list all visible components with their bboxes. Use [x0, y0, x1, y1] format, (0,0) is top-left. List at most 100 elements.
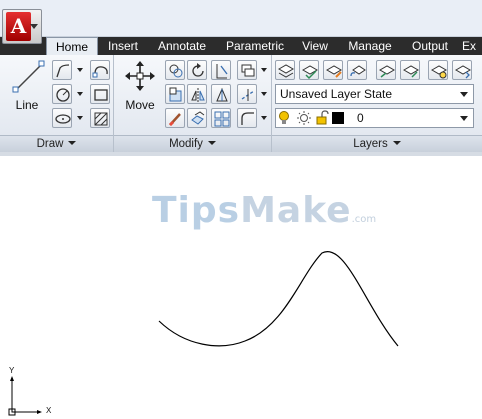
lightbulb-icon	[279, 111, 289, 124]
tab-insert[interactable]: Insert	[102, 37, 144, 55]
rotate-button[interactable]	[187, 60, 207, 80]
layer-stack-icon	[277, 64, 295, 78]
ellipse-dropdown-icon[interactable]	[77, 116, 83, 120]
array-icon	[214, 111, 230, 127]
ribbon-tab-strip: Home Insert Annotate Parametric View Man…	[0, 37, 482, 56]
tab-parametric[interactable]: Parametric	[221, 37, 289, 55]
circle-button[interactable]	[52, 84, 72, 104]
layer-undo-icon	[350, 65, 366, 77]
modify-panel-title: Modify	[169, 138, 203, 150]
layer-properties-button[interactable]	[275, 60, 295, 80]
chevron-down-icon	[460, 92, 468, 97]
eraser-icon	[168, 113, 181, 127]
trim-icon	[216, 64, 228, 79]
circle-icon	[56, 88, 70, 102]
draw-panel-footer[interactable]: Draw	[0, 135, 113, 152]
stretch-button[interactable]	[165, 84, 185, 104]
fillet-dropdown-icon[interactable]	[261, 116, 267, 120]
hatch-button[interactable]	[90, 108, 110, 128]
layers-panel-footer[interactable]: Layers	[272, 135, 482, 152]
ellipse-button[interactable]	[52, 108, 72, 128]
chevron-down-icon	[392, 141, 401, 145]
layer-freeze-button[interactable]	[428, 60, 448, 80]
chevron-down-icon	[460, 116, 468, 121]
line-button[interactable]: Line	[6, 58, 48, 114]
ucs-x-label: X	[46, 406, 52, 415]
title-bar	[0, 0, 482, 37]
move-arrows-icon	[125, 61, 155, 91]
extend-dropdown-icon[interactable]	[261, 92, 267, 96]
layer-state-value: Unsaved Layer State	[280, 87, 393, 101]
tab-output[interactable]: Output	[406, 37, 454, 55]
copy-button[interactable]	[165, 60, 185, 80]
rotate-icon	[192, 63, 204, 77]
tab-manage[interactable]: Manage	[342, 37, 398, 55]
drawing-canvas[interactable]: TipsMake.com Y X	[0, 152, 482, 419]
copy-icon	[169, 64, 183, 78]
modify-panel: Move Modify	[114, 55, 272, 152]
current-layer-dropdown[interactable]: 0	[275, 108, 474, 128]
layer-isolate-icon	[378, 65, 396, 78]
match-layer-button[interactable]	[323, 60, 343, 80]
layer-color-swatch	[332, 112, 344, 124]
ribbon: Line Draw Move Modify Unsaved Layer Stat…	[0, 55, 482, 152]
mirror-icon	[191, 88, 205, 102]
layer-lock-button[interactable]	[452, 60, 472, 80]
layer-check-icon	[301, 65, 319, 80]
tab-express[interactable]: Ex	[462, 37, 482, 55]
polyline-button[interactable]	[52, 60, 72, 80]
spline-curve	[158, 250, 399, 347]
current-layer-name: 0	[357, 111, 364, 125]
application-menu-button[interactable]: A	[2, 9, 42, 44]
rectangle-icon	[94, 89, 108, 101]
extend-icon	[241, 89, 255, 101]
rectangle-button[interactable]	[90, 84, 110, 104]
layer-unisolate-button[interactable]	[400, 60, 420, 80]
modify-panel-footer[interactable]: Modify	[114, 135, 271, 152]
stretch-icon	[169, 87, 182, 102]
tab-annotate[interactable]: Annotate	[151, 37, 213, 55]
ucs-icon	[8, 376, 42, 416]
trim-button[interactable]	[211, 60, 231, 80]
arc-button[interactable]	[90, 60, 110, 80]
make-current-layer-button[interactable]	[299, 60, 319, 80]
tab-home[interactable]: Home	[46, 37, 98, 56]
fillet-button[interactable]	[237, 108, 257, 128]
draw-panel: Line Draw	[0, 55, 114, 152]
layer-previous-button[interactable]	[347, 60, 367, 80]
move-button[interactable]: Move	[118, 58, 162, 114]
layers-panel-title: Layers	[353, 138, 388, 150]
scale-icon	[216, 87, 228, 102]
array-dropdown-icon[interactable]	[261, 68, 267, 72]
tab-view[interactable]: View	[297, 37, 333, 55]
layer-isolate-button[interactable]	[376, 60, 396, 80]
layer-brush-icon	[325, 65, 343, 78]
draw-panel-title: Draw	[36, 138, 64, 150]
erase-layer-button[interactable]	[237, 60, 257, 80]
layer-state-dropdown[interactable]: Unsaved Layer State	[275, 84, 474, 104]
extend-button[interactable]	[237, 84, 257, 104]
polyline-dropdown-icon[interactable]	[77, 68, 83, 72]
layer-lock-icon	[454, 65, 472, 79]
line-icon	[12, 60, 45, 93]
padlock-open-icon	[316, 110, 329, 125]
mirror-button[interactable]	[187, 84, 207, 104]
layer-off-icon	[430, 65, 448, 79]
stacked-rectangles-icon	[241, 64, 255, 77]
chevron-down-icon	[68, 141, 77, 145]
circle-dropdown-icon[interactable]	[77, 92, 83, 96]
fillet-icon	[241, 112, 254, 125]
hatch-icon	[94, 112, 108, 126]
polyline-icon	[56, 64, 70, 78]
explode-icon	[191, 111, 205, 125]
line-button-label: Line	[15, 98, 39, 112]
explode-button[interactable]	[187, 108, 207, 128]
layer-unisolate-icon	[402, 65, 420, 78]
scale-button[interactable]	[211, 84, 231, 104]
arc-icon	[92, 66, 108, 78]
drawing-geometry	[8, 250, 399, 416]
layers-panel: Unsaved Layer State 0 Layers	[272, 55, 482, 152]
ucs-y-label: Y	[9, 366, 15, 375]
erase-button[interactable]	[165, 108, 185, 128]
array-button[interactable]	[211, 108, 231, 128]
